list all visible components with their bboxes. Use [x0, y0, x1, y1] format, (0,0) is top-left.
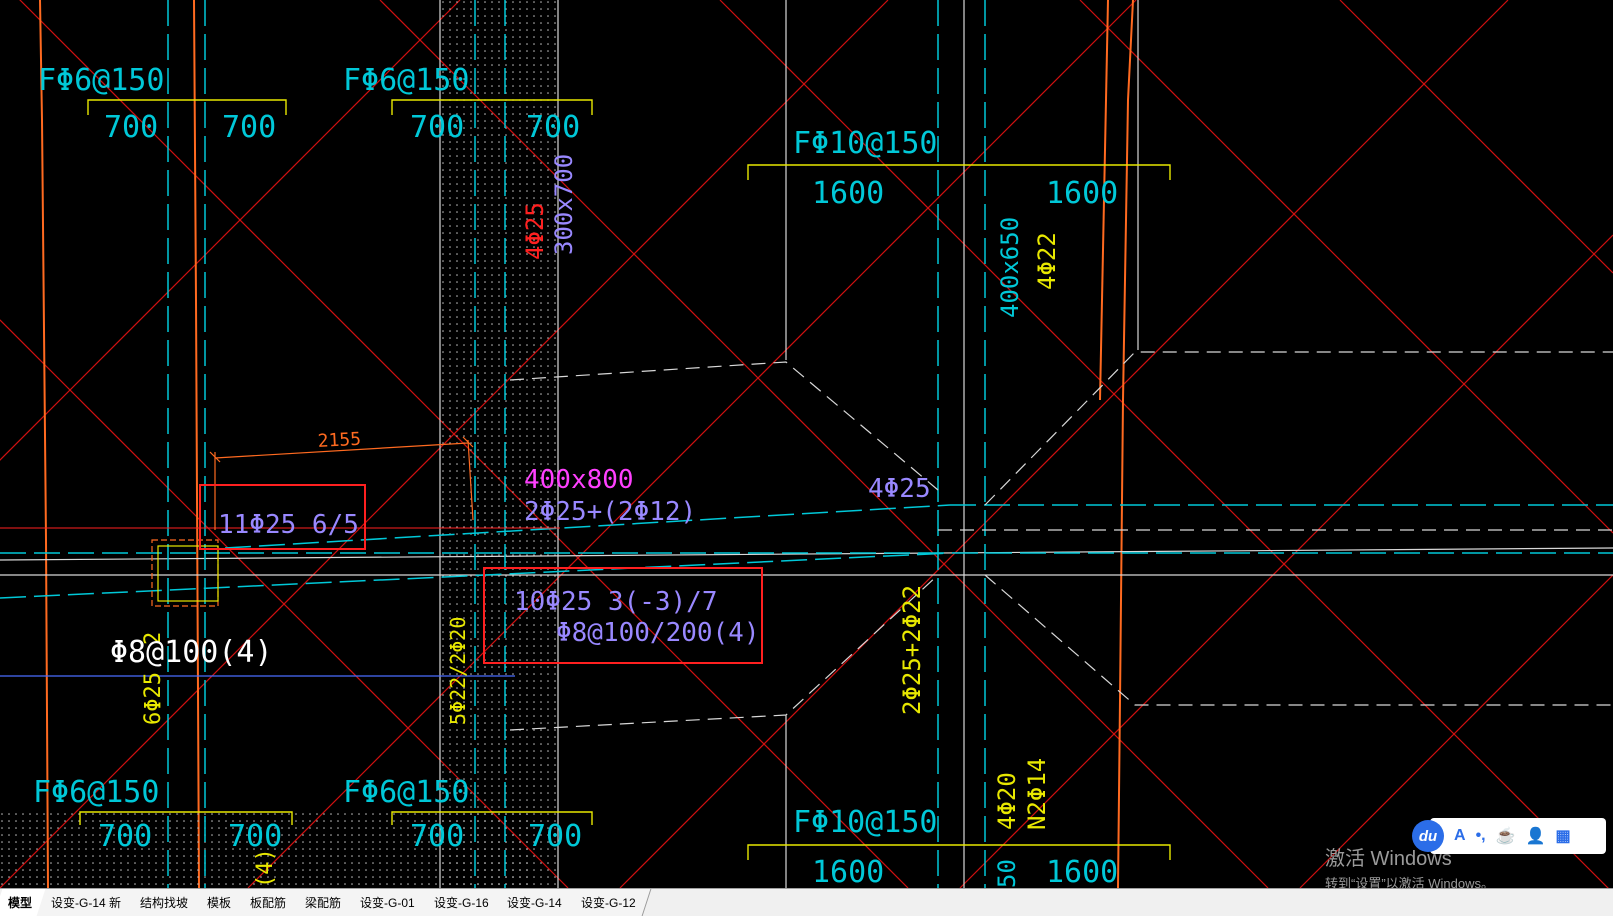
beam-bottom-rebar: 10Φ25 3(-3)/7	[514, 587, 718, 617]
beam-rebar-label: 4Φ25	[868, 474, 931, 504]
beam-side-rebar: 4Φ20	[993, 772, 1021, 830]
tab-change-g14-new[interactable]: 设变-G-14 新	[36, 889, 137, 916]
column-rebar-label: 4Φ25	[521, 202, 549, 260]
beam-side-rebar: 5Φ22/2Φ20	[446, 617, 470, 725]
beam-stirrup: Φ8@100/200(4)	[556, 618, 760, 648]
cad-drawing-canvas[interactable]: FΦ6@150 FΦ6@150 FΦ6@150 FΦ6@150 FΦ10@150…	[0, 0, 1613, 888]
slab-rebar-label: FΦ10@150	[793, 126, 938, 161]
dimension-text: 700	[98, 819, 152, 854]
tab-change-g16[interactable]: 设变-G-16	[419, 889, 504, 916]
column-size-label: 300x700	[550, 154, 578, 255]
slab-rebar-label: FΦ6@150	[38, 63, 164, 98]
stirrup-label: Φ8@100(4)	[110, 635, 273, 670]
baidu-ime-logo-icon[interactable]: du	[1412, 820, 1444, 852]
beam-size-label: 400x800	[524, 465, 634, 495]
beam-side-rebar: (4)	[253, 848, 278, 888]
dimension-text: 1600	[812, 855, 884, 888]
slab-rebar-label: FΦ6@150	[343, 63, 469, 98]
ime-toolbar: du A •, ☕ 👤 ▦	[1412, 818, 1606, 854]
dimension-text: 700	[526, 110, 580, 145]
dimension-text: 700	[410, 110, 464, 145]
dimension-text: 1600	[1046, 176, 1118, 211]
dimension-text: 700	[222, 110, 276, 145]
dimension-text: 700	[410, 819, 464, 854]
white-dashed-beams	[509, 351, 1613, 731]
dimension-text: 1600	[812, 176, 884, 211]
beam-bottom-rebar: 11Φ25 6/5	[218, 510, 359, 540]
beam-side-rebar: 2Φ25+2Φ22	[898, 585, 926, 715]
skin-icon[interactable]: ☕	[1496, 826, 1516, 846]
user-icon[interactable]: 👤	[1526, 826, 1546, 846]
grid-menu-icon[interactable]: ▦	[1555, 826, 1570, 846]
activation-subtitle: 转到“设置”以激活 Windows。	[1325, 876, 1495, 891]
tab-change-g12[interactable]: 设变-G-12	[566, 889, 652, 916]
beam-side-rebar: N2Φ14	[1023, 758, 1051, 830]
dimension-text: 700	[528, 819, 582, 854]
slab-rebar-label: FΦ6@150	[33, 775, 159, 810]
dimension-text: 1600	[1046, 855, 1118, 888]
column-size-label: 400x650	[996, 217, 1024, 318]
dimension-text: 50	[993, 859, 1021, 888]
dimension-text: 700	[104, 110, 158, 145]
punctuation-icon[interactable]: •,	[1476, 827, 1486, 845]
beam-side-rebar: 6Φ25	[141, 672, 166, 725]
dimension-2155-text: 2155	[317, 429, 361, 452]
tab-change-g14[interactable]: 设变-G-14	[493, 889, 578, 916]
column-rebar-label: 4Φ22	[1033, 232, 1061, 290]
input-mode-icon[interactable]: A	[1454, 827, 1466, 845]
beam-top-rebar: 2Φ25+(2Φ12)	[524, 497, 696, 527]
tab-change-g01[interactable]: 设变-G-01	[345, 889, 431, 916]
orange-axis-lines	[39, 0, 1134, 888]
slab-rebar-label: FΦ6@150	[343, 775, 469, 810]
tab-slope[interactable]: 结构找坡	[125, 889, 204, 916]
layout-tab-bar: 模型 设变-G-14 新 结构找坡 模板 板配筋 梁配筋 设变-G-01 设变-…	[0, 888, 1613, 916]
slab-rebar-label: FΦ10@150	[793, 805, 938, 840]
